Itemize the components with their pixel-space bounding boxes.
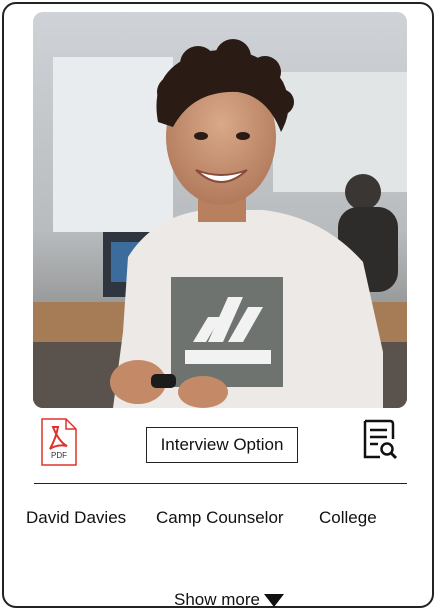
pdf-file-icon[interactable]: PDF [40,418,78,466]
profile-photo [33,12,407,408]
document-search-icon[interactable] [362,419,398,461]
divider [34,483,407,484]
show-more-button[interactable]: Show more [174,589,284,611]
candidate-role: Camp Counselor [156,508,284,527]
caret-down-icon [263,593,284,607]
svg-text:PDF: PDF [51,451,67,460]
candidate-education: College [319,508,377,527]
interview-option-button[interactable]: Interview Option [146,427,298,463]
candidate-name: David Davies [26,508,127,527]
show-more-label: Show more [174,590,260,609]
